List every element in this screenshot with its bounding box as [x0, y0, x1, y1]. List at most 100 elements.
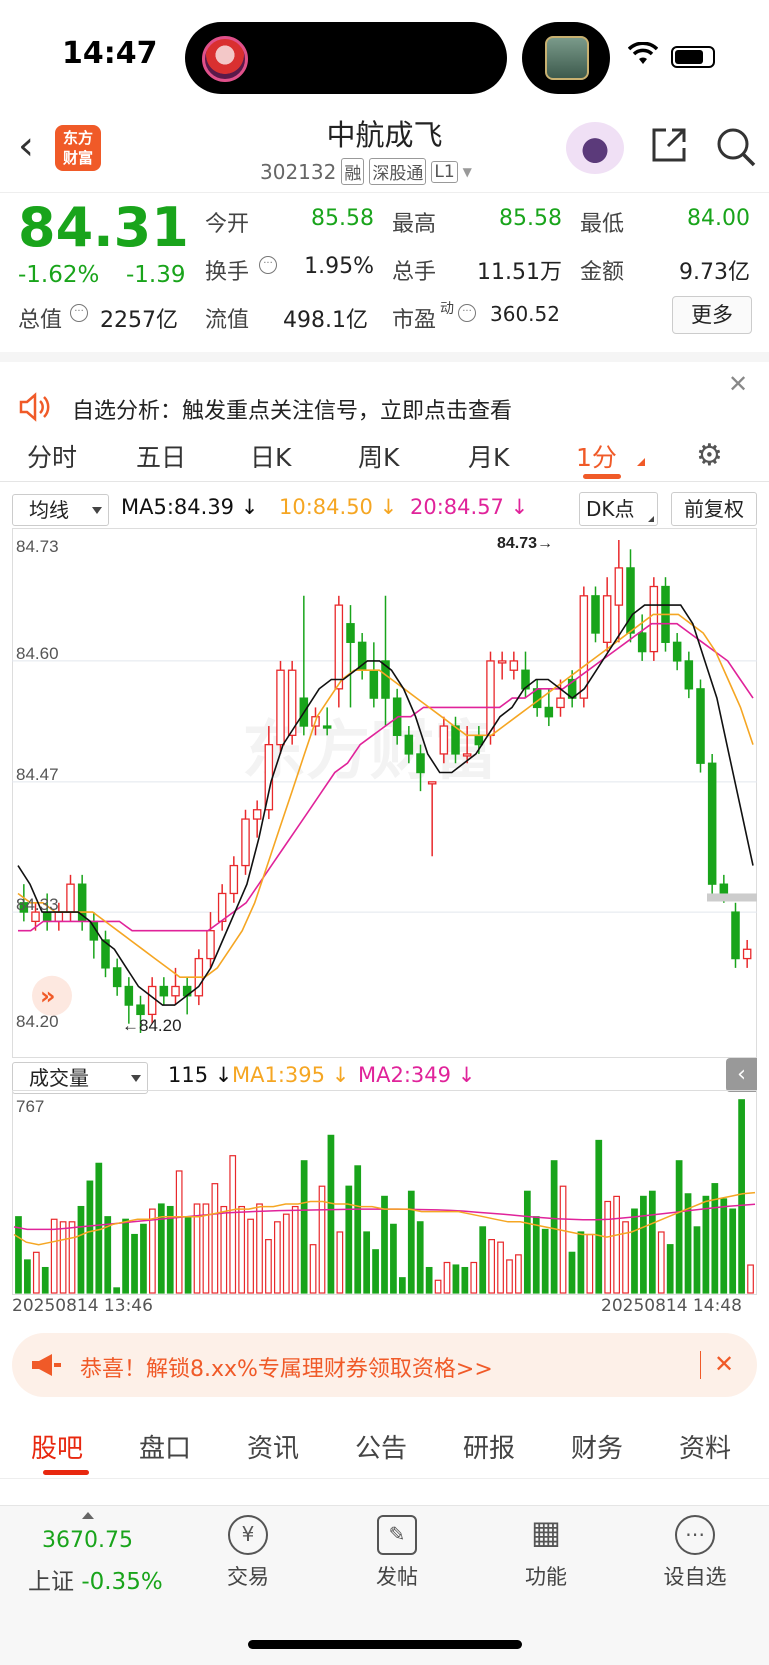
- quote-value: 360.52: [490, 302, 560, 326]
- index-summary[interactable]: 上证 -0.35%: [28, 1562, 163, 1596]
- quote-label: 总手: [392, 260, 437, 285]
- info-icon[interactable]: ···: [259, 256, 277, 274]
- divider: [0, 1478, 769, 1479]
- candle-body: [602, 595, 612, 643]
- candle-body: [276, 669, 285, 746]
- y-tick-label: 84.60: [16, 644, 59, 663]
- candle-body: [369, 669, 379, 699]
- tab-intraday[interactable]: 分时: [27, 438, 77, 474]
- candle-body: [556, 697, 565, 709]
- megaphone-icon: [30, 1352, 62, 1382]
- tab-finance[interactable]: 财务: [571, 1428, 623, 1465]
- volume-bar: [77, 1205, 85, 1294]
- indicator-select[interactable]: 均线: [12, 494, 109, 526]
- volume-bar: [68, 1221, 76, 1294]
- price-marker: [707, 893, 757, 902]
- vol-ma2-value: MA2:349 ↓: [358, 1063, 476, 1087]
- promo-text[interactable]: 恭喜！解锁8.xx%专属理财券领取资格>>: [80, 1351, 493, 1383]
- volume-bar: [390, 1223, 397, 1294]
- tab-profile[interactable]: 资料: [679, 1428, 731, 1465]
- volume-bar: [336, 1231, 344, 1294]
- volume-bar: [184, 1216, 192, 1294]
- trade-icon: ¥: [228, 1515, 268, 1555]
- candle-body: [346, 623, 355, 643]
- promo-divider: [700, 1351, 701, 1379]
- candle-body: [462, 753, 472, 757]
- volume-bar: [59, 1221, 67, 1294]
- caret-up-icon: [82, 1512, 94, 1519]
- candle-body: [147, 985, 157, 1016]
- candle-body: [439, 725, 449, 755]
- volume-bar: [523, 1190, 531, 1294]
- tab-week-k[interactable]: 周K: [358, 438, 399, 474]
- volume-bar: [613, 1195, 620, 1294]
- x-start-label: 20250814 13:46: [12, 1296, 153, 1316]
- volume-bar: [693, 1226, 701, 1294]
- volume-bar: [559, 1185, 567, 1294]
- notice-text[interactable]: 自选分析：触发重点关注信号，立即点击查看: [72, 393, 512, 425]
- gear-icon[interactable]: ⚙: [696, 438, 723, 473]
- quote-value: 9.73亿: [679, 260, 750, 285]
- nav-post[interactable]: ✎ 发帖: [347, 1515, 447, 1591]
- tab-month-k[interactable]: 月K: [468, 438, 509, 474]
- candle-body: [626, 567, 635, 634]
- tab-dropdown-triangle-icon: [637, 458, 645, 466]
- caret-down-icon: [92, 507, 102, 514]
- more-button[interactable]: 更多: [672, 296, 752, 334]
- volume-bar: [434, 1279, 442, 1294]
- volume-chart[interactable]: 767: [12, 1090, 757, 1295]
- tab-announcements[interactable]: 公告: [355, 1428, 407, 1465]
- tab-pankou[interactable]: 盘口: [139, 1428, 191, 1465]
- volume-bar: [470, 1261, 478, 1294]
- tab-day-k[interactable]: 日K: [250, 438, 291, 474]
- tab-guba[interactable]: 股吧: [31, 1428, 83, 1465]
- quote-value: 1.95%: [304, 254, 374, 279]
- volume-bar: [648, 1190, 656, 1294]
- candle-body: [672, 641, 682, 662]
- nav-add-watchlist[interactable]: ⋯ 设自选: [645, 1515, 745, 1591]
- y-tick-label: 84.73: [16, 537, 59, 556]
- tab-news[interactable]: 资讯: [247, 1428, 299, 1465]
- volume-bar: [291, 1205, 299, 1294]
- candle-body: [731, 911, 740, 960]
- quote-label: 总值: [18, 308, 63, 333]
- double-chevron-icon: »: [40, 982, 56, 1010]
- close-icon[interactable]: ✕: [714, 1350, 734, 1378]
- share-icon[interactable]: [650, 126, 688, 164]
- section-gap: [0, 352, 769, 362]
- volume-bar: [175, 1170, 183, 1294]
- volume-bar: [41, 1266, 49, 1294]
- nav-functions[interactable]: ▦ 功能: [496, 1515, 596, 1591]
- assistant-robot-icon[interactable]: [566, 122, 624, 174]
- volume-bar: [211, 1183, 219, 1294]
- tab-research[interactable]: 研报: [463, 1428, 515, 1465]
- quote-value: 2257亿: [100, 308, 178, 333]
- info-icon[interactable]: ···: [70, 304, 88, 322]
- volume-bar: [122, 1218, 129, 1294]
- nav-trade[interactable]: ¥ 交易: [198, 1515, 298, 1591]
- volume-bar: [497, 1241, 504, 1294]
- tag-connect: 深股通: [369, 158, 427, 185]
- tab-1min[interactable]: 1分: [576, 438, 617, 474]
- candle-body: [217, 892, 227, 923]
- volume-bar: [300, 1160, 308, 1294]
- volume-bar: [479, 1226, 487, 1294]
- search-icon[interactable]: [715, 126, 757, 168]
- close-icon[interactable]: ✕: [728, 370, 748, 398]
- tab-five-day[interactable]: 五日: [136, 438, 186, 474]
- info-icon[interactable]: ···: [458, 304, 476, 322]
- volume-bar: [309, 1244, 317, 1294]
- candle-body: [124, 985, 134, 1006]
- kline-chart[interactable]: 东方财富84.7384.6084.4784.3384.2084.73→←84.2…: [12, 528, 757, 1058]
- dk-point-select[interactable]: DK点: [579, 492, 658, 526]
- index-value[interactable]: 3670.75: [42, 1528, 133, 1553]
- quote-label: 换手: [205, 260, 250, 285]
- stock-code-row[interactable]: 302132 融 深股通 L1 ▼: [260, 158, 472, 185]
- candle-body: [416, 753, 425, 774]
- x-end-label: 20250814 14:48: [601, 1296, 742, 1316]
- volume-bar: [202, 1203, 210, 1294]
- collapse-panel-icon[interactable]: ‹: [726, 1058, 757, 1092]
- candle-body: [591, 595, 600, 634]
- adjust-button[interactable]: 前复权: [671, 492, 757, 526]
- volume-bar: [407, 1190, 415, 1294]
